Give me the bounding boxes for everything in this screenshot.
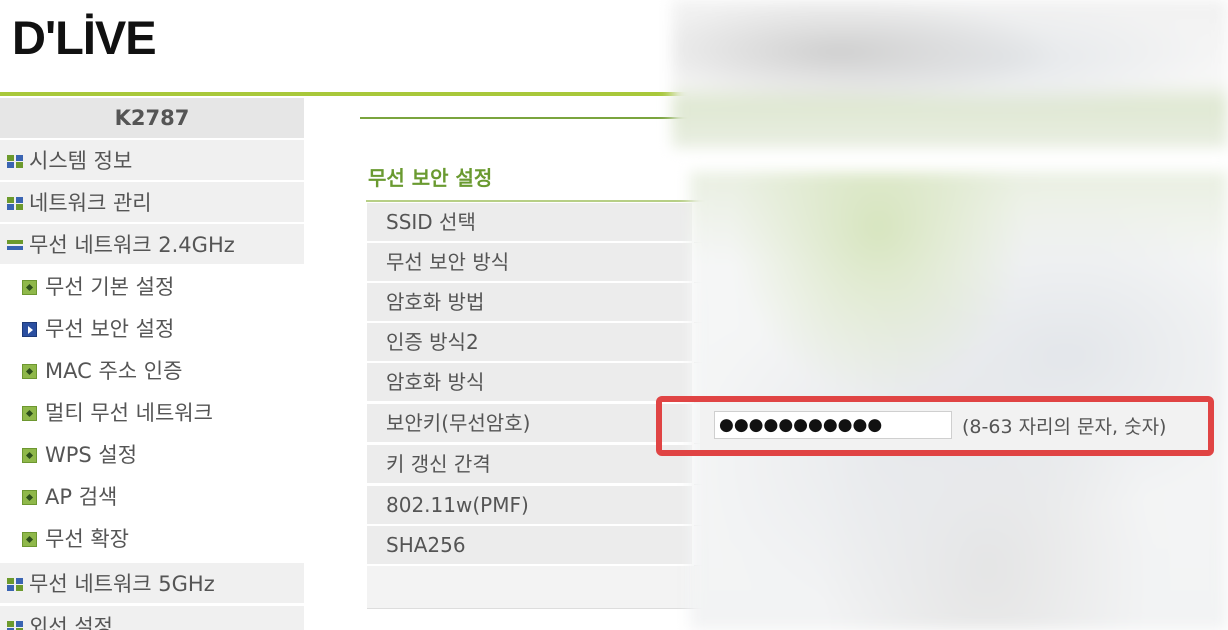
setting-label: 인증 방식2 bbox=[367, 323, 692, 362]
bullet-icon bbox=[22, 363, 37, 379]
grid-icon bbox=[7, 154, 23, 168]
blurred-header-region bbox=[672, 0, 1228, 148]
setting-label: 키 갱신 간격 bbox=[367, 445, 692, 484]
section-title: 무선 보안 설정 bbox=[368, 166, 493, 190]
grid-icon bbox=[7, 620, 23, 630]
router-admin-page: D'LİVE K2787 시스템 정보 네트워크 관리 무선 네트워크 2.4G… bbox=[0, 0, 1228, 630]
bullet-icon bbox=[22, 531, 37, 547]
highlight-annotation-box bbox=[656, 396, 1214, 456]
sidebar-item-label: 무선 네트워크 5GHz bbox=[29, 572, 215, 596]
dlive-logo: D'LİVE bbox=[12, 11, 157, 64]
sidebar-item-label: MAC 주소 인증 bbox=[45, 359, 183, 383]
header-divider bbox=[0, 92, 690, 96]
sidebar-subitem-wireless-security[interactable]: 무선 보안 설정 bbox=[0, 308, 304, 348]
sidebar-item-wireless-2-4ghz[interactable]: 무선 네트워크 2.4GHz bbox=[0, 224, 304, 264]
grid-icon bbox=[7, 577, 23, 591]
sidebar-item-system-info[interactable]: 시스템 정보 bbox=[0, 140, 304, 180]
sidebar-item-label: 무선 기본 설정 bbox=[45, 275, 175, 299]
setting-label: SHA256 bbox=[367, 526, 692, 565]
device-model-title: K2787 bbox=[0, 98, 304, 138]
bullet-icon bbox=[22, 405, 37, 421]
sidebar-item-label: 무선 확장 bbox=[45, 527, 129, 551]
sidebar-item-label: AP 검색 bbox=[45, 485, 118, 509]
sidebar-item-label: 네트워크 관리 bbox=[29, 191, 152, 215]
sidebar-item-label: 무선 네트워크 2.4GHz bbox=[29, 233, 235, 257]
grid-icon bbox=[7, 196, 23, 210]
sidebar-subitem-ap-scan[interactable]: AP 검색 bbox=[0, 476, 304, 516]
setting-label: SSID 선택 bbox=[367, 203, 692, 242]
bullet-icon bbox=[22, 279, 37, 295]
setting-label: 암호화 방식 bbox=[367, 363, 692, 402]
setting-label: 무선 보안 방식 bbox=[367, 243, 692, 282]
sidebar: K2787 시스템 정보 네트워크 관리 무선 네트워크 2.4GHz 무선 기… bbox=[0, 98, 304, 630]
section-title-underline bbox=[366, 200, 706, 202]
sidebar-item-network-management[interactable]: 네트워크 관리 bbox=[0, 182, 304, 222]
bullet-icon bbox=[22, 489, 37, 505]
setting-label: 보안키(무선암호) bbox=[367, 404, 692, 443]
content-top-divider bbox=[360, 117, 690, 119]
sidebar-item-label: 무선 보안 설정 bbox=[45, 317, 175, 341]
sidebar-item-label: 외선 설정 bbox=[29, 615, 113, 630]
sidebar-subitem-mac-auth[interactable]: MAC 주소 인증 bbox=[0, 350, 304, 390]
collapse-icon bbox=[7, 239, 23, 251]
sidebar-subitem-wireless-basic[interactable]: 무선 기본 설정 bbox=[0, 266, 304, 306]
setting-label: 암호화 방법 bbox=[367, 283, 692, 322]
sidebar-item-label: WPS 설정 bbox=[45, 443, 138, 467]
sidebar-item-wireless-5ghz[interactable]: 무선 네트워크 5GHz bbox=[0, 563, 304, 603]
sidebar-subitem-wireless-extend[interactable]: 무선 확장 bbox=[0, 518, 304, 558]
sidebar-item-label: 시스템 정보 bbox=[29, 149, 133, 173]
sidebar-item-label: 멀티 무선 네트워크 bbox=[45, 401, 213, 425]
sidebar-subitem-wps[interactable]: WPS 설정 bbox=[0, 434, 304, 474]
sidebar-item-wired-settings[interactable]: 외선 설정 bbox=[0, 606, 304, 630]
arrow-bullet-icon bbox=[22, 321, 37, 337]
sidebar-subitem-multi-wireless[interactable]: 멀티 무선 네트워크 bbox=[0, 392, 304, 432]
setting-label: 802.11w(PMF) bbox=[367, 486, 692, 525]
bullet-icon bbox=[22, 447, 37, 463]
